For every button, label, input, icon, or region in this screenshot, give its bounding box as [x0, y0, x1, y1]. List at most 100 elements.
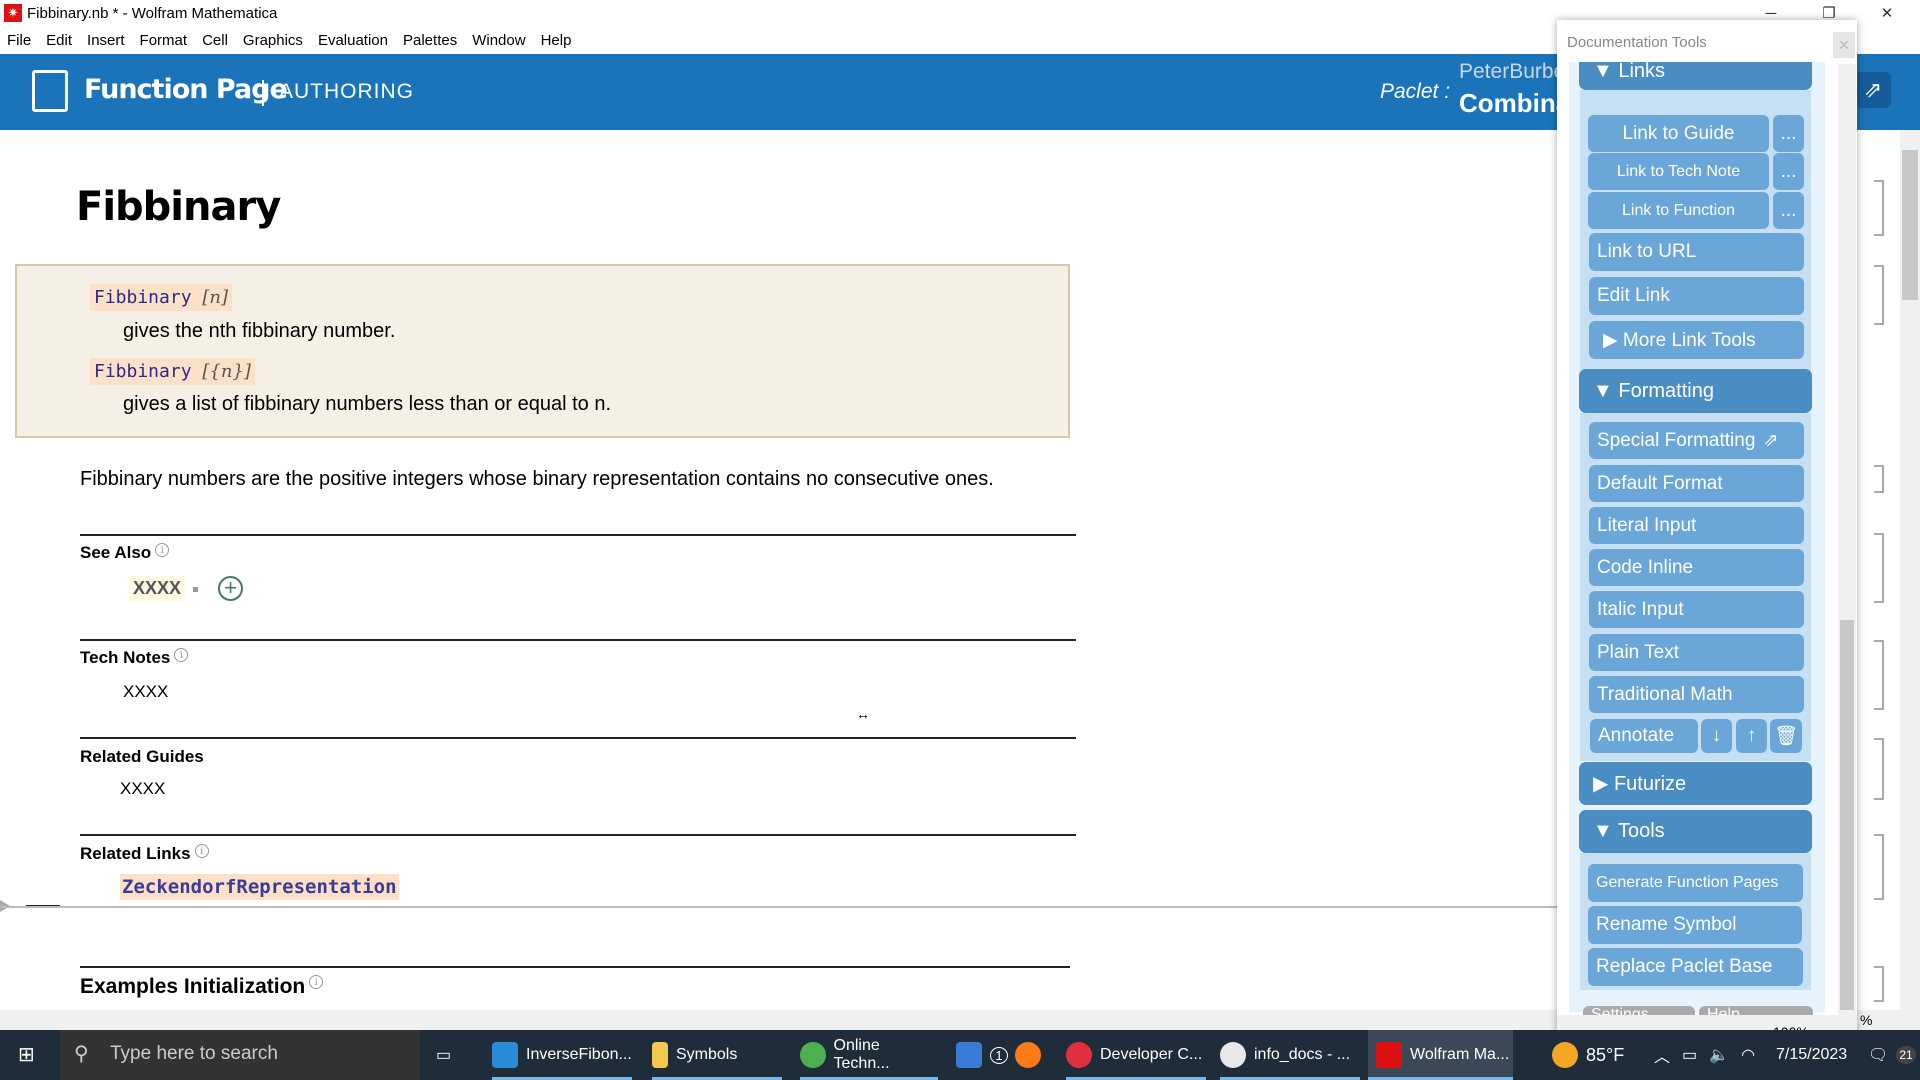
replace-paclet-base-button[interactable]: Replace Paclet Base — [1588, 948, 1803, 986]
related-link-item[interactable]: ZeckendorfRepresentation — [120, 874, 399, 900]
link-to-guide-button[interactable]: Link to Guide — [1588, 115, 1769, 152]
windows-start-icon[interactable]: ⊞ — [18, 1044, 40, 1066]
resize-cursor-icon: ↔ — [856, 706, 870, 722]
related-links-heading: Related Links i — [80, 844, 209, 864]
taskbar-search[interactable]: ⚲ Type here to search — [60, 1030, 420, 1080]
section-title: Tech Notes — [80, 648, 171, 667]
taskbar-app-chrome[interactable]: Online Techn... — [800, 1030, 938, 1080]
mathematica-logo-icon: ✷ — [4, 4, 22, 22]
usage-symbol: Fibbinary — [94, 361, 192, 382]
literal-input-button[interactable]: Literal Input — [1589, 507, 1804, 544]
menu-format[interactable]: Format — [133, 27, 196, 54]
menu-insert[interactable]: Insert — [80, 27, 133, 54]
developer-icon — [1066, 1042, 1092, 1068]
info-icon[interactable]: i — [309, 975, 324, 989]
app-label: InverseFibon... — [526, 1046, 632, 1063]
taskbar-app-slack[interactable]: info_docs - ... — [1220, 1030, 1360, 1080]
see-also-item[interactable]: XXXX — [129, 576, 186, 601]
cell-bracket[interactable] — [1874, 834, 1884, 900]
cell-bracket[interactable] — [1874, 180, 1884, 236]
clock[interactable]: 7/15/2023 — [1776, 1030, 1847, 1080]
battery-icon[interactable]: ▭ — [1682, 1045, 1697, 1065]
taskbar-app-firefox[interactable] — [1015, 1030, 1041, 1080]
menu-window[interactable]: Window — [465, 27, 533, 54]
move-up-button[interactable]: ↑ — [1736, 719, 1767, 753]
rename-symbol-button[interactable]: Rename Symbol — [1588, 906, 1802, 944]
header-title: Function Page — [84, 74, 288, 105]
links-group-header[interactable]: ▼ Links — [1579, 62, 1812, 90]
menu-file[interactable]: File — [0, 27, 39, 54]
edit-link-button[interactable]: Edit Link — [1589, 277, 1804, 315]
link-to-tech-note-more-button[interactable]: ... — [1773, 153, 1804, 190]
chevron-up-icon[interactable]: ︿ — [1654, 1043, 1670, 1067]
move-down-button[interactable]: ↓ — [1701, 719, 1732, 753]
default-format-button[interactable]: Default Format — [1589, 465, 1804, 502]
info-icon[interactable]: i — [194, 844, 209, 858]
cell-bracket[interactable] — [1874, 738, 1884, 800]
palette-scrollbar-thumb[interactable] — [1840, 620, 1854, 1010]
menu-evaluation[interactable]: Evaluation — [311, 27, 396, 54]
italic-input-button[interactable]: Italic Input — [1589, 591, 1804, 628]
palette-close-button[interactable]: ✕ — [1833, 32, 1855, 58]
mathematica-icon — [1376, 1042, 1402, 1068]
special-formatting-button[interactable]: Special Formatting ⇗ — [1589, 422, 1804, 459]
menu-cell[interactable]: Cell — [195, 27, 236, 54]
related-guide-item[interactable]: XXXX — [120, 779, 165, 799]
close-button[interactable]: ✕ — [1864, 0, 1910, 27]
menu-graphics[interactable]: Graphics — [236, 27, 311, 54]
volume-icon[interactable]: 🔈 — [1709, 1045, 1729, 1065]
usage-code-1[interactable]: Fibbinary [n] — [90, 284, 233, 311]
link-to-guide-more-button[interactable]: ... — [1773, 115, 1804, 152]
weather-widget[interactable]: 85°F — [1552, 1030, 1624, 1080]
taskbar-app-explorer[interactable]: Symbols — [652, 1030, 782, 1080]
link-to-function-more-button[interactable]: ... — [1773, 192, 1804, 229]
tech-notes-heading: Tech Notes i — [80, 648, 189, 668]
tools-group-header[interactable]: ▼ Tools — [1579, 810, 1812, 853]
traditional-math-button[interactable]: Traditional Math — [1589, 676, 1804, 713]
usage-box: Fibbinary [n] gives the nth fibbinary nu… — [15, 264, 1070, 438]
menu-help[interactable]: Help — [534, 27, 580, 54]
taskbar-app-mathematica[interactable]: Wolfram Ma... — [1368, 1030, 1513, 1080]
taskbar-app-todo[interactable]: 1 — [956, 1030, 1008, 1080]
info-icon[interactable]: i — [155, 543, 170, 557]
taskbar-app-developer[interactable]: Developer C... — [1066, 1030, 1206, 1080]
section-divider — [80, 966, 1070, 968]
generate-function-pages-button[interactable]: Generate Function Pages — [1588, 864, 1803, 902]
futurize-group-header[interactable]: ▶ Futurize — [1579, 762, 1812, 805]
section-title: Examples Initialization — [80, 975, 306, 998]
cell-bracket[interactable] — [1874, 533, 1884, 603]
system-tray[interactable]: ︿ ▭ 🔈 ◠ — [1654, 1030, 1755, 1080]
usage-code-2[interactable]: Fibbinary [{n}] — [90, 358, 255, 385]
external-link-icon[interactable]: ⇗ — [1855, 72, 1891, 108]
task-view-icon[interactable]: ▭ — [436, 1030, 451, 1080]
taskbar-app-vscode[interactable]: InverseFibon... — [492, 1030, 632, 1080]
plain-text-button[interactable]: Plain Text — [1589, 634, 1804, 671]
cell-bracket[interactable] — [1874, 640, 1884, 710]
link-to-function-button[interactable]: Link to Function — [1588, 192, 1769, 229]
code-inline-button[interactable]: Code Inline — [1589, 549, 1804, 586]
cell-bracket[interactable] — [1874, 465, 1884, 493]
link-to-tech-note-button[interactable]: Link to Tech Note — [1588, 153, 1769, 190]
wifi-icon[interactable]: ◠ — [1741, 1045, 1755, 1065]
menu-palettes[interactable]: Palettes — [396, 27, 465, 54]
cell-bracket[interactable] — [1874, 265, 1884, 325]
paclet-label: Paclet : — [1380, 80, 1451, 103]
tech-note-item[interactable]: XXXX — [123, 682, 168, 702]
formatting-group-header[interactable]: ▼ Formatting — [1579, 369, 1812, 413]
trash-icon[interactable]: 🗑 — [1770, 719, 1802, 753]
menu-edit[interactable]: Edit — [39, 27, 80, 54]
section-divider — [80, 834, 1076, 836]
usage-args: [n] — [202, 287, 229, 308]
description: Fibbinary numbers are the positive integ… — [80, 468, 994, 490]
notebook-scrollbar-thumb[interactable] — [1902, 150, 1918, 300]
info-icon[interactable]: i — [174, 648, 189, 662]
notifications-button[interactable]: 🗨 21 — [1868, 1030, 1916, 1080]
app-label: info_docs - ... — [1254, 1046, 1351, 1063]
link-to-url-button[interactable]: Link to URL — [1589, 233, 1804, 271]
zoom-level[interactable]: % — [1860, 1012, 1872, 1028]
add-icon[interactable]: + — [218, 576, 243, 601]
more-link-tools-button[interactable]: ▶ More Link Tools — [1589, 321, 1804, 359]
cell-bracket[interactable] — [1874, 966, 1884, 1002]
cell-insertion-line[interactable] — [0, 906, 1557, 908]
annotate-button[interactable]: Annotate — [1590, 719, 1698, 753]
